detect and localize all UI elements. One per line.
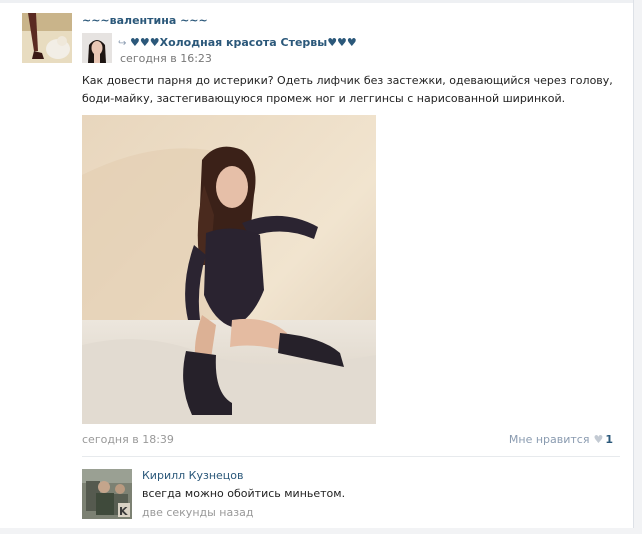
author-avatar-image — [22, 13, 72, 63]
post-author-name[interactable]: ~~~валентина ~~~ — [82, 14, 208, 27]
repost-time[interactable]: сегодня в 16:23 — [120, 52, 212, 65]
bottom-border — [0, 528, 642, 534]
comment-text: всегда можно обойтись миньетом. — [142, 487, 346, 500]
repost-source-name[interactable]: ♥♥♥Холодная красота Стервы♥♥♥ — [130, 36, 357, 49]
like-count[interactable]: 1 — [605, 433, 613, 446]
post-date[interactable]: сегодня в 18:39 — [82, 433, 174, 446]
repost-source[interactable]: ↪ ♥♥♥Холодная красота Стервы♥♥♥ — [118, 36, 357, 49]
comment-time[interactable]: две секунды назад — [142, 506, 253, 519]
comment-author-avatar[interactable]: K — [82, 469, 132, 519]
comment-author-name[interactable]: Кирилл Кузнецов — [142, 469, 243, 482]
comment-author-avatar-image: K — [82, 469, 132, 519]
repost-source-avatar-image — [82, 33, 112, 63]
post-photo[interactable] — [82, 115, 376, 424]
post-text: Как довести парня до истерики? Одеть лиф… — [82, 74, 613, 105]
top-border — [0, 0, 642, 3]
repost-source-avatar[interactable] — [82, 33, 112, 63]
comments-divider — [82, 456, 620, 457]
heart-icon[interactable]: ♥ — [593, 433, 603, 446]
scrollbar[interactable] — [633, 0, 642, 534]
post-photo-image — [82, 115, 376, 424]
repost-arrow-icon: ↪ — [118, 38, 127, 49]
like-button[interactable]: Мне нравится ♥ 1 — [509, 433, 613, 446]
like-label[interactable]: Мне нравится — [509, 433, 590, 446]
svg-text:K: K — [119, 505, 128, 518]
author-avatar[interactable] — [22, 13, 72, 63]
